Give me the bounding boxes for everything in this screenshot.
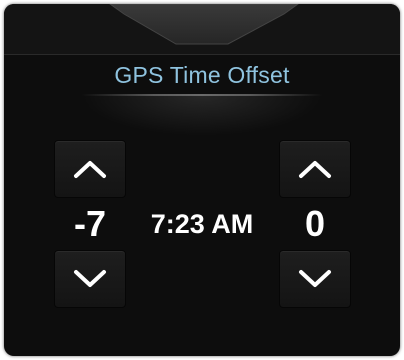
minutes-increment-button[interactable] [279, 140, 351, 198]
chevron-down-icon [299, 270, 331, 287]
hours-decrement-button[interactable] [54, 250, 126, 308]
adjusted-time-display: 7:23 AM [150, 209, 254, 239]
chevron-up-icon [74, 161, 106, 178]
minutes-offset-value: 0 [304, 203, 326, 244]
minutes-decrement-button[interactable] [279, 250, 351, 308]
title-glow [82, 96, 322, 136]
chevron-down-icon [74, 270, 106, 287]
dialog-title: GPS Time Offset [114, 62, 290, 88]
gps-time-offset-dialog: GPS Time Offset -7 7:23 AM 0 [4, 4, 400, 356]
hours-offset-value: -7 [73, 203, 106, 244]
hours-increment-button[interactable] [54, 140, 126, 198]
chevron-up-icon [299, 161, 331, 178]
collapse-handle-icon[interactable] [4, 4, 400, 54]
